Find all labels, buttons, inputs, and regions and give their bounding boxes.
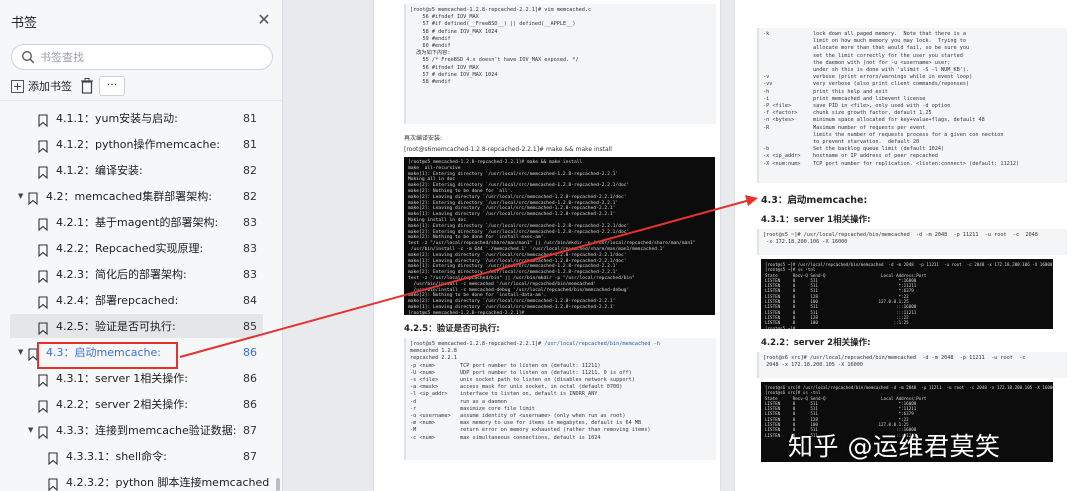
bookmark-icon [38, 424, 48, 439]
text-recompile: 再次编译安装: [404, 135, 443, 142]
bookmark-item[interactable]: 4.2.5：验证是否可执行: 85 [10, 314, 263, 338]
bookmark-label: 4.2.3：简化后的部署架构: [56, 268, 187, 281]
bookmark-page: 87 [243, 449, 257, 463]
bookmark-page: 83 [243, 267, 257, 281]
bookmark-label: 4.3.3：连接到memcache验证数据: [56, 424, 237, 437]
code-block-server1: [root@s5 ~]# /usr/local/repcached/bin/me… [757, 229, 1067, 255]
bookmark-item[interactable]: 4.3.1：server 1相关操作: 86 [10, 366, 263, 390]
bookmark-header: 书签 ✕ [0, 0, 283, 42]
watermark: 知乎 @运维君莫笑 [788, 432, 1001, 461]
highlight-box [37, 342, 178, 369]
bookmark-icon [38, 398, 48, 413]
bookmark-icon [28, 190, 38, 205]
bookmark-label: 4.1.1：yum安装与启动: [56, 112, 178, 125]
section-heading-4-3-1: 4.3.1：server 1相关操作: [761, 215, 871, 225]
bookmark-item[interactable]: 4.2.2：server 2相关操作: 86 [10, 392, 263, 416]
bookmark-label: 4.1.2：编译安装: [56, 164, 143, 177]
expand-arrow-icon[interactable]: ▼ [28, 426, 36, 434]
add-bookmark-label: 添加书签 [28, 80, 72, 93]
bookmark-icon [38, 294, 48, 309]
help-command: /usr/local/repcached/bin/memcached -h [544, 341, 660, 347]
bookmark-item[interactable]: 4.3.3.1：shell命令: 87 [10, 444, 263, 468]
search-input[interactable] [40, 48, 260, 66]
divider [0, 100, 283, 101]
scrollbar[interactable] [276, 478, 280, 491]
bookmark-icon [38, 216, 48, 231]
bookmark-item[interactable]: ▼ 4.2：memcached集群部署架构: 82 [10, 184, 263, 208]
bookmark-label: 4.2.2：server 2相关操作: [56, 398, 189, 411]
help-output: memcached 1.2.8 repcached 2.2.1 -p <num>… [410, 348, 651, 441]
section-heading-4-2-5: 4.2.5：验证是否可执行: [404, 324, 500, 334]
bookmark-item[interactable]: ▼ 4.3.3：连接到memcache验证数据: 87 [10, 418, 263, 442]
bookmark-icon [38, 138, 48, 153]
bookmark-page: 86 [243, 371, 257, 385]
bookmark-icon [38, 242, 48, 257]
terminal-make-output: [root@s5 memcached-1.2.8-repcached-2.2.1… [404, 157, 715, 315]
panel-title: 书签 [11, 16, 38, 31]
bookmark-page: 81 [243, 111, 257, 125]
help-prompt: [root@s5 memcached-1.2.8-repcached-2.2.1… [410, 341, 545, 347]
document-page-right: -k lock down all paged memory. Note that… [735, 0, 1080, 491]
bookmark-page: 84 [243, 293, 257, 307]
bookmark-page: 83 [243, 215, 257, 229]
bookmark-page: 81 [243, 137, 257, 151]
code-block-help: [root@s5 memcached-1.2.8-repcached-2.2.1… [404, 338, 716, 460]
bookmark-label: 4.2：memcached集群部署架构: [46, 190, 212, 203]
bookmark-label: 4.1.2：python操作memcache: [56, 138, 220, 151]
bookmark-item[interactable]: 4.2.2：Repcached实现原理: 83 [10, 236, 263, 260]
plus-box-icon: + [11, 79, 24, 93]
document-page-left: [root@s5 memcached-1.2.8-repcached-2.2.1… [374, 0, 720, 491]
bookmark-page: 82 [243, 163, 257, 177]
more-button[interactable]: ··· [99, 76, 125, 96]
help-prompt-line: [root@s5 memcached-1.2.8-repcached-2.2.1… [410, 341, 712, 348]
code-block-server2: [root@s6 src]# /usr/local/repcached/bin/… [757, 352, 1067, 378]
bookmark-label: 4.2.3.2：python 脚本连接memcached [66, 476, 270, 489]
bookmark-label: 4.2.5：验证是否可执行: [56, 320, 176, 333]
bookmark-item[interactable]: 4.1.2：编译安装: 82 [10, 158, 263, 182]
bookmark-item[interactable]: 4.2.3：简化后的部署架构: 83 [10, 262, 263, 286]
bookmark-page: 82 [243, 189, 257, 203]
bookmark-icon [38, 320, 48, 335]
close-icon[interactable]: ✕ [256, 12, 272, 28]
bookmark-item[interactable]: 4.2.1：基于magent的部署架构: 83 [10, 210, 263, 234]
bookmark-search[interactable] [11, 44, 273, 70]
trash-icon[interactable] [79, 76, 95, 96]
bookmark-page: 85 [243, 319, 257, 333]
bookmark-icon [48, 450, 58, 465]
bookmark-page: 86 [243, 345, 257, 359]
bookmark-page: 86 [243, 397, 257, 411]
bookmark-item[interactable]: 4.1.1：yum安装与启动: 81 [10, 106, 263, 130]
bookmark-item[interactable]: 4.2.4：部署repcached: 84 [10, 288, 263, 312]
section-heading-4-3: 4.3：启动memcache: [761, 195, 868, 206]
bookmark-icon [38, 164, 48, 179]
bookmark-tree: 4.1.1：yum安装与启动: 81 4.1.2：python操作memcache:… [0, 106, 272, 491]
code-block-vim: [root@s5 memcached-1.2.8-repcached-2.2.1… [404, 4, 716, 124]
bookmark-label: 4.3.3.1：shell命令: [66, 450, 167, 463]
expand-arrow-icon[interactable]: ▼ [18, 348, 26, 356]
bookmark-label: 4.3.1：server 1相关操作: [56, 372, 189, 385]
code-block-options: -k lock down all paged memory. Note that… [757, 28, 1067, 183]
bookmark-label: 4.2.1：基于magent的部署架构: [56, 216, 219, 229]
bookmark-icon [48, 476, 58, 491]
bookmark-icon [38, 268, 48, 283]
bookmark-icon [38, 372, 48, 387]
text-make-command: [root@s6memcached-1.2.8-repcached-2.2.1]… [404, 146, 612, 153]
terminal-server1: [root@s5 ~]# /usr/local/repcached/bin/me… [761, 259, 1053, 329]
add-bookmark-button[interactable]: + 添加书签 [11, 76, 73, 96]
bookmark-page: 83 [243, 241, 257, 255]
section-heading-4-2-2: 4.2.2：server 2相关操作: [761, 338, 871, 348]
bookmark-icon [38, 112, 48, 127]
bookmark-page: 87 [243, 423, 257, 437]
bookmark-label: 4.2.4：部署repcached: [56, 294, 179, 307]
search-icon [22, 51, 35, 64]
expand-arrow-icon[interactable]: ▼ [18, 192, 26, 200]
bookmark-panel: 书签 ✕ + 添加书签 ··· 4.1.1：yum安装与启动:814.1.2：p… [0, 0, 283, 491]
bookmark-item[interactable]: 4.1.2：python操作memcache: 81 [10, 132, 263, 156]
bookmark-item[interactable]: 4.2.3.2：python 脚本连接memcached [10, 470, 269, 491]
bookmark-label: 4.2.2：Repcached实现原理: [56, 242, 204, 255]
